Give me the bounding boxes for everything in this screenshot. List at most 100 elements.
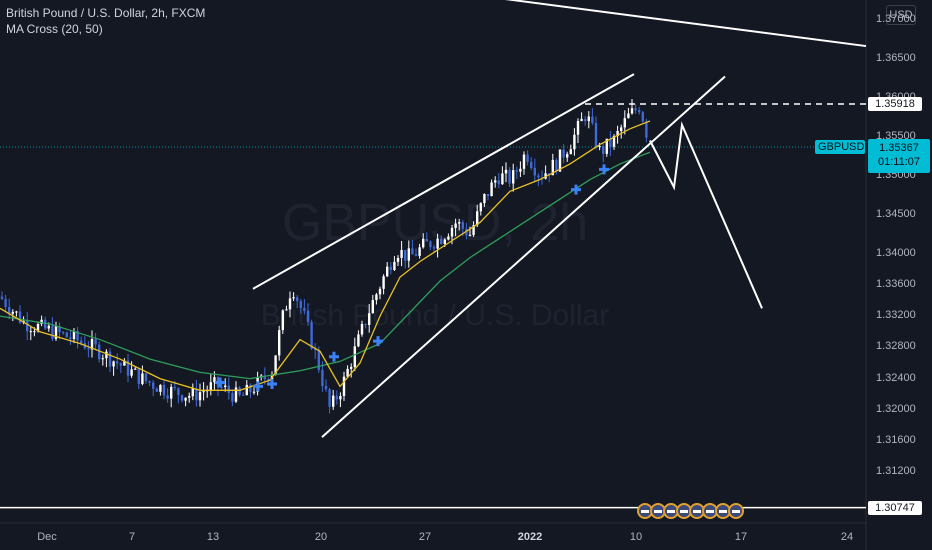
candle-body (278, 330, 281, 356)
price-tick: 1.34500 (876, 207, 916, 220)
candle-body (580, 118, 583, 122)
candle-body (224, 385, 227, 387)
candle-body (339, 395, 342, 400)
symbol-title[interactable]: British Pound / U.S. Dollar, 2h, FXCM (6, 6, 205, 20)
candle-body (0, 296, 4, 299)
price-tick: 1.34000 (876, 246, 916, 259)
candle-body (191, 388, 194, 397)
candle-body (69, 337, 72, 339)
candle-body (173, 386, 176, 389)
candle-body (144, 373, 148, 382)
candle-body (364, 323, 367, 326)
candle-body (504, 169, 508, 174)
candle-body (299, 301, 302, 308)
price-tick: 1.37000 (876, 12, 916, 25)
price-chart[interactable]: GBPUSD, 2h British Pound / U.S. Dollar (0, 0, 932, 550)
candle-body (404, 249, 407, 261)
candle-body (130, 369, 133, 376)
candle-body (515, 170, 518, 172)
candle-body (177, 388, 180, 396)
symbol-price-tag: GBPUSD (815, 139, 865, 154)
candle-body (353, 346, 356, 367)
candle-body (576, 121, 580, 135)
candle-body (382, 276, 385, 289)
candle-body (396, 257, 400, 262)
candle-body (188, 396, 191, 398)
chart-background (0, 0, 932, 550)
candle-body (51, 325, 54, 339)
candle-body (119, 363, 122, 366)
candle-body (537, 175, 540, 178)
candle-body (11, 311, 14, 314)
candle-body (566, 154, 569, 158)
candle-body (389, 266, 392, 270)
candle-body (432, 247, 436, 249)
time-tick: 13 (206, 531, 220, 543)
candle-body (598, 146, 601, 148)
candle-body (296, 297, 299, 302)
candle-body (436, 238, 439, 249)
candle-body (65, 332, 68, 338)
candle-body (180, 395, 184, 401)
candle-body (360, 323, 364, 335)
candle-body (252, 391, 256, 393)
candle-body (116, 361, 119, 364)
candle-body (407, 248, 410, 261)
candle-body (400, 249, 403, 258)
bar-countdown: 01:11:07 (877, 155, 920, 168)
price-tick: 1.33600 (876, 277, 916, 290)
candle-body (94, 339, 97, 345)
candle-body (508, 169, 511, 184)
watermark-symbol: GBPUSD, 2h (282, 194, 588, 252)
candle-body (29, 331, 32, 333)
candle-body (411, 248, 414, 255)
candle-body (630, 108, 634, 114)
candle-body (152, 382, 155, 389)
price-tick: 1.33200 (876, 309, 916, 322)
time-tick: 7 (128, 531, 136, 543)
time-tick: Dec (37, 531, 57, 543)
candle-body (447, 236, 450, 240)
candle-body (620, 127, 623, 131)
candle-body (591, 116, 594, 123)
level-tag-lower: 1.30747 (868, 500, 922, 515)
candle-body (195, 388, 198, 401)
candle-body (519, 168, 522, 172)
candle-body (184, 397, 187, 401)
economic-events[interactable] (637, 500, 747, 522)
candle-body (461, 222, 464, 229)
price-tick: 1.32000 (876, 402, 916, 415)
time-tick: 2022 (517, 531, 543, 543)
candle-body (303, 307, 306, 311)
candle-body (231, 392, 234, 402)
time-tick: 20 (314, 531, 328, 543)
candle-body (87, 348, 90, 350)
event-flag-icon[interactable] (728, 503, 744, 519)
candle-body (386, 266, 389, 277)
indicator-label[interactable]: MA Cross (20, 50) (6, 22, 103, 36)
candle-body (33, 331, 36, 333)
current-price-tag: 1.35367 01:11:07 (868, 138, 930, 173)
candle-body (44, 319, 47, 329)
candle-body (450, 227, 454, 237)
candle-body (26, 320, 29, 332)
candle-body (641, 112, 644, 122)
candle-body (105, 351, 108, 359)
candle-body (638, 110, 641, 113)
current-price: 1.35367 (879, 141, 919, 154)
price-tick: 1.31600 (876, 434, 916, 447)
candle-body (238, 387, 241, 395)
candle-body (425, 238, 428, 242)
candle-body (368, 313, 371, 326)
candle-body (310, 321, 313, 349)
price-tick: 1.32400 (876, 371, 916, 384)
candle-body (627, 113, 630, 119)
level-tag-upper: 1.35918 (868, 96, 922, 111)
candle-body (393, 261, 396, 270)
candle-body (285, 309, 288, 311)
candle-body (350, 366, 353, 369)
candle-body (306, 310, 310, 322)
candle-body (512, 170, 515, 184)
candle-body (468, 234, 472, 236)
candle-body (594, 122, 598, 147)
